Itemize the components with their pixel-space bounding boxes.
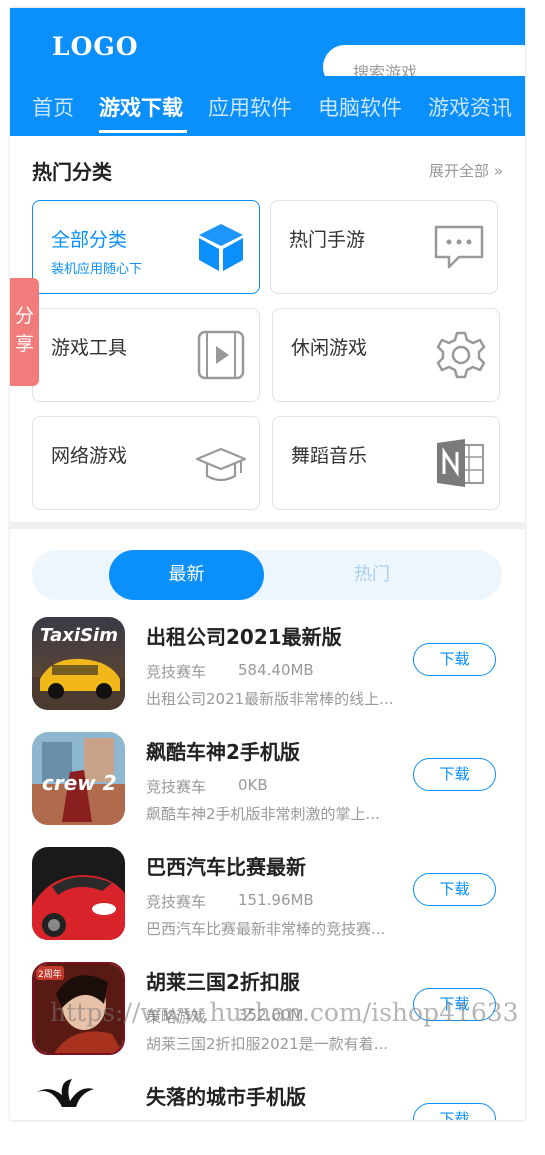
- app-thumbnail: [32, 847, 125, 940]
- nav-item-pc-software[interactable]: 电脑软件: [318, 92, 402, 122]
- category-label: 热门手游: [289, 229, 366, 251]
- nav-item-home[interactable]: 首页: [32, 92, 74, 122]
- category-casual-games[interactable]: 休闲游戏: [272, 308, 500, 402]
- list-item[interactable]: 失落的城市手机版 下载: [10, 1077, 525, 1120]
- app-name[interactable]: 飙酷车神2手机版: [146, 736, 300, 765]
- app-name[interactable]: 胡莱三国2折扣服: [146, 966, 300, 995]
- app-category: 竞技赛车: [146, 893, 207, 911]
- category-online-games[interactable]: 网络游戏: [32, 416, 260, 510]
- graduation-cap-icon: [195, 447, 247, 482]
- nav-item-game-download[interactable]: 游戏下载: [99, 92, 183, 122]
- category-label: 休闲游戏: [291, 337, 368, 359]
- app-size: 584.40MB: [238, 661, 314, 679]
- category-dance-music[interactable]: 舞蹈音乐: [272, 416, 500, 510]
- tab-hot[interactable]: 热门: [322, 550, 422, 600]
- download-button[interactable]: 下载: [413, 1103, 496, 1120]
- nav-item-game-news[interactable]: 游戏资讯: [428, 92, 512, 122]
- expand-all-link[interactable]: 展开全部 »: [429, 160, 503, 181]
- app-name[interactable]: 巴西汽车比赛最新: [146, 851, 306, 880]
- app-description: 出租公司2021最新版非常棒的线上...: [146, 690, 394, 708]
- svg-text:crew 2: crew 2: [42, 771, 117, 795]
- app-description: 巴西汽车比赛最新非常棒的竞技赛...: [146, 920, 386, 938]
- onenote-icon: [437, 439, 484, 487]
- category-game-tools[interactable]: 游戏工具: [32, 308, 260, 402]
- svg-text:2周年: 2周年: [38, 968, 62, 980]
- category-sub-label: 装机应用随心下: [51, 262, 143, 277]
- nav-active-indicator: [99, 130, 187, 133]
- tab-newest[interactable]: 最新: [109, 550, 264, 600]
- category-label: 全部分类: [51, 229, 128, 251]
- app-description: 胡莱三国2折扣服2021是一款有着...: [146, 1035, 389, 1053]
- app-thumbnail: [32, 1077, 125, 1120]
- section-title: 热门分类: [32, 160, 112, 184]
- logo[interactable]: LOGO: [52, 32, 138, 61]
- app-description: 飙酷车神2手机版非常刺激的掌上...: [146, 805, 380, 823]
- phone-frame: LOGO 搜索游戏 首页 游戏下载 应用软件 电脑软件 游戏资讯 热门分类 展开…: [10, 8, 525, 1120]
- gear-icon: [436, 331, 486, 379]
- chat-bubble-icon: [434, 225, 484, 269]
- download-button[interactable]: 下载: [413, 643, 496, 676]
- header: LOGO 搜索游戏 首页 游戏下载 应用软件 电脑软件 游戏资讯: [10, 8, 525, 136]
- category-label: 舞蹈音乐: [291, 445, 368, 467]
- list-item[interactable]: TaxiSim 出租公司2021最新版 竞技赛车 584.40MB 出租公司20…: [10, 617, 525, 732]
- app-category: 竞技赛车: [146, 663, 207, 681]
- list-item[interactable]: 巴西汽车比赛最新 竞技赛车 151.96MB 巴西汽车比赛最新非常棒的竞技赛..…: [10, 847, 525, 962]
- watermark: https://www.huzhan.com/ishop41633: [50, 998, 519, 1027]
- tab-switch: 最新 热门: [32, 550, 502, 600]
- download-button[interactable]: 下载: [413, 758, 496, 791]
- video-play-icon: [197, 330, 245, 380]
- category-hot-mobile[interactable]: 热门手游: [270, 200, 498, 294]
- nav-bar: 首页 游戏下载 应用软件 电脑软件 游戏资讯: [10, 76, 525, 136]
- app-name[interactable]: 失落的城市手机版: [146, 1081, 306, 1110]
- section-divider: [10, 522, 525, 529]
- category-all[interactable]: 全部分类 装机应用随心下: [32, 200, 260, 294]
- svg-text:TaxiSim: TaxiSim: [40, 625, 118, 646]
- app-thumbnail: crew 2: [32, 732, 125, 825]
- app-size: 0KB: [238, 776, 268, 794]
- app-name[interactable]: 出租公司2021最新版: [146, 621, 342, 650]
- share-button[interactable]: 分享: [10, 278, 39, 386]
- app-thumbnail: TaxiSim: [32, 617, 125, 710]
- cube-icon: [199, 224, 243, 271]
- category-label: 网络游戏: [51, 445, 128, 467]
- nav-item-apps[interactable]: 应用软件: [208, 92, 292, 122]
- list-item[interactable]: crew 2 飙酷车神2手机版 竞技赛车 0KB 飙酷车神2手机版非常刺激的掌上…: [10, 732, 525, 847]
- app-size: 151.96MB: [238, 891, 314, 909]
- category-section: 热门分类 展开全部 » 全部分类 装机应用随心下 热门手游 游戏工具 休闲游戏 …: [10, 136, 525, 522]
- download-button[interactable]: 下载: [413, 873, 496, 906]
- app-category: 竞技赛车: [146, 778, 207, 796]
- category-label: 游戏工具: [51, 337, 128, 359]
